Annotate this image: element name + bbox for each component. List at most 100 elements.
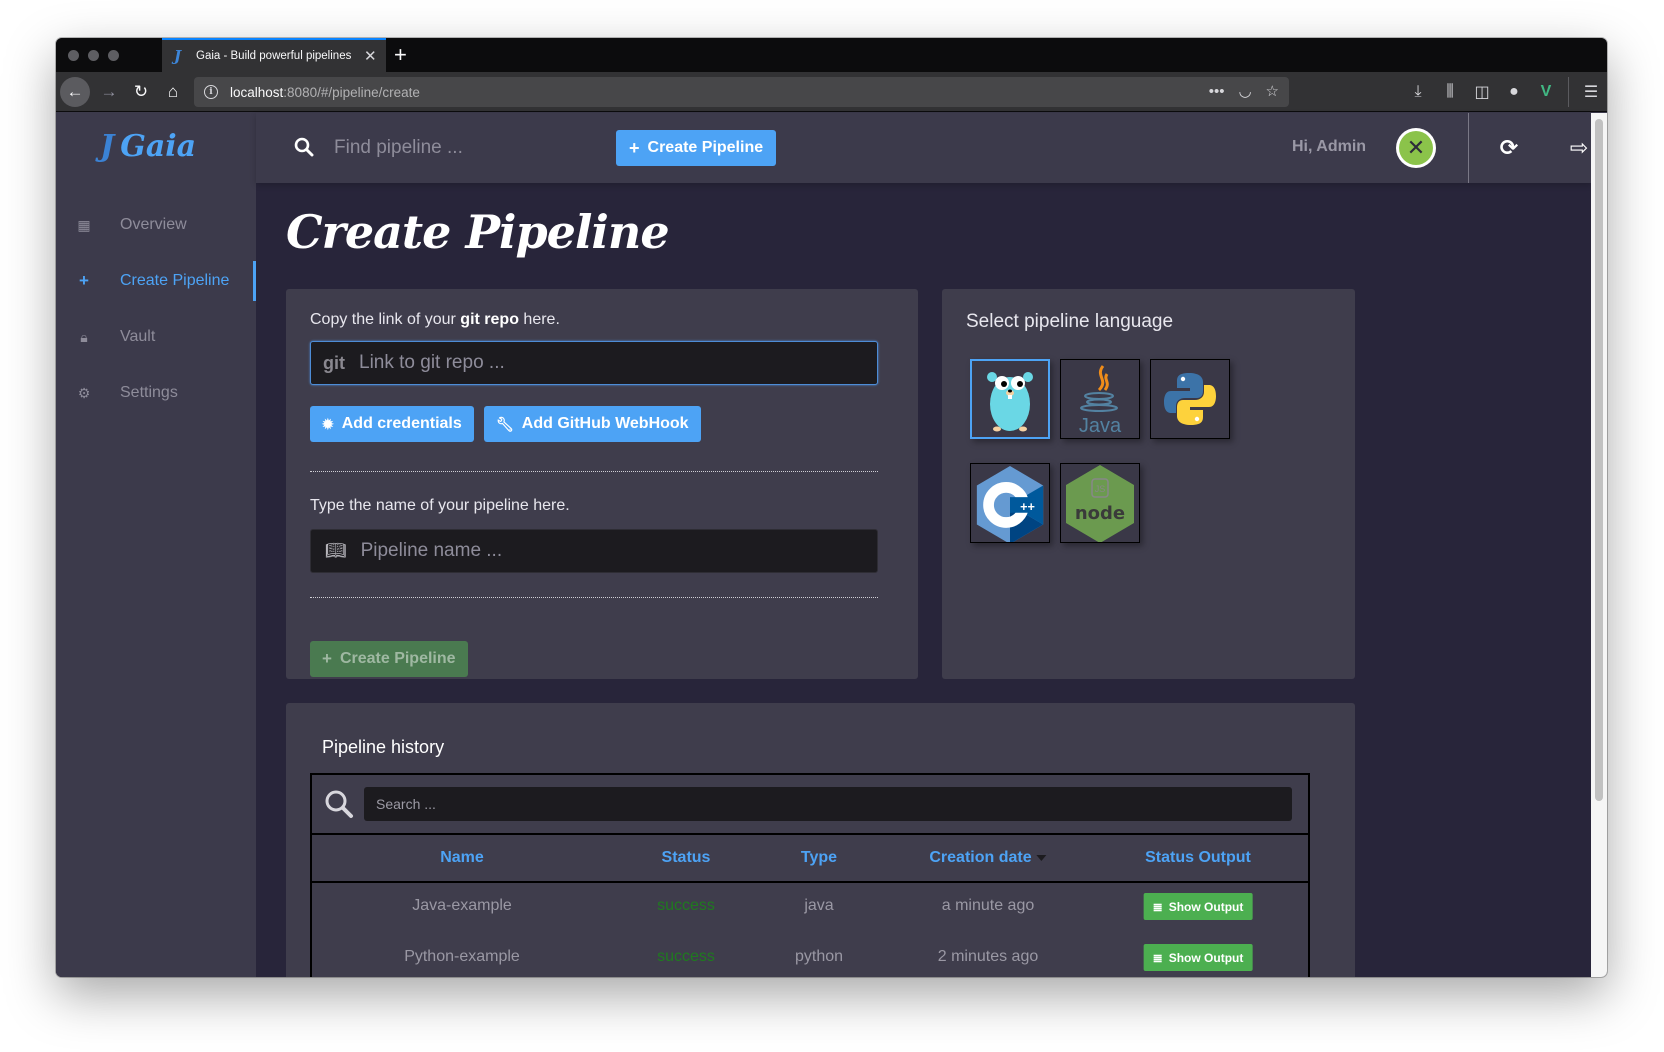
show-output-label: Show Output [1168,950,1244,965]
info-icon[interactable]: i [204,85,218,99]
cell-name: Python-example [404,948,520,965]
sidebar: J Gaia ▦ Overview + Create Pipeline 🔒︎ V… [56,113,256,977]
add-credentials-label: Add credentials [341,415,462,432]
history-search-input[interactable] [364,787,1292,821]
more-icon[interactable]: ••• [1209,83,1225,100]
cell-creation-date: 2 minutes ago [937,948,1039,965]
java-logo-icon: Java [1079,365,1122,436]
wrench-icon: 🔧︎ [496,415,514,432]
pipeline-history-table: Name Status Type Creation date Status Ou… [310,773,1310,977]
table-row: Java-example success java a minute ago ≣… [312,883,1308,933]
extension-icon[interactable]: ● [1498,83,1530,101]
cell-status: success [657,948,715,965]
pipeline-name-label: Type the name of your pipeline here. [310,497,570,514]
browser-window: J Gaia - Build powerful pipelines ✕ + ← … [56,38,1607,977]
page-scrollbar[interactable] [1591,113,1607,977]
python-logo-icon [1164,373,1216,425]
sidebar-item-overview[interactable]: ▦ Overview [56,205,256,245]
close-tab-icon[interactable]: ✕ [364,47,377,65]
column-header-status-output[interactable]: Status Output [1145,849,1251,867]
pipeline-name-input[interactable] [360,540,877,562]
table-header: Name Status Type Creation date Status Ou… [312,833,1308,883]
column-header-creation-date[interactable]: Creation date [929,849,1047,867]
pipeline-name-field[interactable]: 📖︎ [310,529,878,573]
git-repo-input[interactable] [359,352,877,374]
sidebar-item-label: Create Pipeline [120,272,230,289]
certificate-icon: ✹ [322,415,334,432]
show-output-button[interactable]: ≣ Show Output [1143,944,1253,971]
sidebar-item-vault[interactable]: 🔒︎ Vault [56,317,256,357]
reload-icon[interactable]: ↻ [126,77,156,107]
git-repo-label: Copy the link of your git repo here. [310,311,560,329]
language-java[interactable]: Java [1060,359,1140,439]
menu-icon[interactable]: ☰ [1575,82,1607,102]
add-credentials-button[interactable]: ✹ Add credentials [310,406,474,442]
scrollbar-thumb[interactable] [1595,119,1603,801]
sidebar-item-label: Overview [120,216,187,233]
cell-name: Java-example [412,897,512,914]
refresh-icon[interactable]: ⟳ [1492,131,1526,165]
svg-text:Java: Java [1079,415,1122,436]
create-pipeline-top-button[interactable]: + Create Pipeline [616,130,777,166]
column-header-status[interactable]: Status [662,849,711,867]
maximize-window-button[interactable] [108,50,119,61]
add-github-webhook-button[interactable]: 🔧︎ Add GitHub WebHook [484,406,701,442]
close-window-button[interactable] [68,50,79,61]
language-card: Select pipeline language Java ++ JS node [942,289,1355,679]
logo-text: Gaia [120,129,197,164]
minimize-window-button[interactable] [88,50,99,61]
download-icon[interactable]: ⤓ [1402,83,1434,101]
create-pipeline-label: Create Pipeline [339,650,456,667]
language-cpp[interactable]: ++ [970,463,1050,543]
language-go[interactable] [970,359,1050,439]
language-card-title: Select pipeline language [966,311,1174,332]
language-nodejs[interactable]: JS node [1060,463,1140,543]
git-repo-field[interactable]: git [310,341,878,385]
git-label-bold: git repo [460,311,519,328]
vue-devtools-icon[interactable]: V [1530,83,1562,101]
column-header-name[interactable]: Name [440,849,484,867]
back-icon[interactable]: ← [60,77,90,107]
avatar[interactable]: ✕ [1396,128,1436,168]
git-label-suffix: here. [518,311,560,328]
bookmark-star-icon[interactable]: ☆ [1266,82,1279,100]
add-webhook-label: Add GitHub WebHook [521,415,689,432]
create-pipeline-button[interactable]: + Create Pipeline [310,641,468,677]
tab-strip: J Gaia - Build powerful pipelines ✕ + [56,38,1607,72]
divider [310,471,878,472]
pocket-icon[interactable]: ◡ [1238,82,1251,100]
list-icon: ≣ [1152,899,1163,914]
sidebar-item-settings[interactable]: ⚙ Settings [56,373,256,413]
sidebar-icon[interactable]: ◫ [1466,82,1498,102]
svg-text:node: node [1075,503,1125,524]
url-bar[interactable]: i localhost :8080/#/pipeline/create ••• … [194,77,1289,107]
main-content: Create Pipeline Copy the link of your gi… [256,183,1591,977]
home-icon[interactable]: ⌂ [158,77,188,107]
svg-text:++: ++ [1020,500,1035,514]
pipeline-history-card: Pipeline history Name Status Type Creati… [286,703,1355,977]
show-output-label: Show Output [1168,899,1244,914]
new-tab-button[interactable]: + [394,42,407,68]
gears-icon: ⚙ [77,384,91,401]
sidebar-item-label: Vault [120,328,156,345]
library-icon[interactable]: ⫼ [1434,83,1466,101]
cell-creation-date: a minute ago [941,897,1035,914]
logo[interactable]: J Gaia [100,129,196,164]
top-bar: + Create Pipeline Hi, Admin ✕ ⟳ ⇨ [256,113,1591,183]
sidebar-item-create-pipeline[interactable]: + Create Pipeline [56,261,256,301]
forward-icon[interactable]: → [94,77,124,107]
page-title: Create Pipeline [286,205,670,259]
book-icon: 📖︎ [325,541,347,560]
find-pipeline-input[interactable] [334,133,594,163]
sort-desc-icon [1036,854,1047,861]
column-header-creation-date-label: Creation date [929,849,1032,866]
browser-tab[interactable]: J Gaia - Build powerful pipelines ✕ [162,38,386,72]
show-output-button[interactable]: ≣ Show Output [1143,893,1253,920]
plus-icon: + [629,137,640,158]
toolbar-separator [1568,77,1569,107]
gaia-favicon-icon: J [174,47,182,65]
gaia-logo-icon: J [100,129,115,164]
list-icon: ≣ [1152,950,1163,965]
column-header-type[interactable]: Type [801,849,837,867]
language-python[interactable] [1150,359,1230,439]
